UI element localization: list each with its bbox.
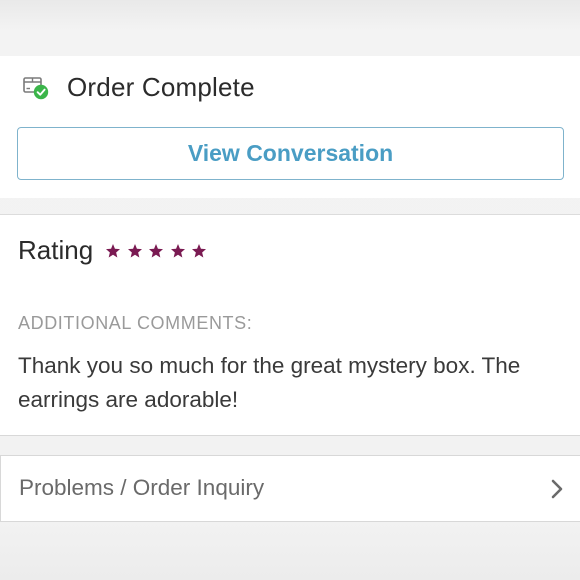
order-status-title: Order Complete xyxy=(67,71,255,102)
rating-row: Rating xyxy=(18,235,213,266)
star-icon xyxy=(170,243,185,257)
additional-comments-text: Thank you so much for the great mystery … xyxy=(18,353,521,412)
star-icon xyxy=(127,243,142,257)
view-conversation-button[interactable]: View Conversation xyxy=(17,127,564,180)
problems-order-inquiry-label: Problems / Order Inquiry xyxy=(19,475,265,500)
chevron-right-icon xyxy=(547,478,567,500)
rating-card: Rating ADDITIONAL COMMENTS: Thank you so… xyxy=(0,215,580,436)
star-icon xyxy=(149,243,164,257)
additional-comments-label: ADDITIONAL COMMENTS: xyxy=(18,313,253,333)
order-status-card: Order Complete View Conversation xyxy=(0,56,580,198)
problems-order-inquiry-row[interactable]: Problems / Order Inquiry xyxy=(0,455,580,522)
package-check-icon xyxy=(22,73,50,101)
rating-label: Rating xyxy=(18,235,94,265)
order-status-row: Order Complete xyxy=(22,72,255,102)
star-icon xyxy=(106,243,121,257)
star-rating xyxy=(105,243,213,259)
star-icon xyxy=(192,243,207,257)
